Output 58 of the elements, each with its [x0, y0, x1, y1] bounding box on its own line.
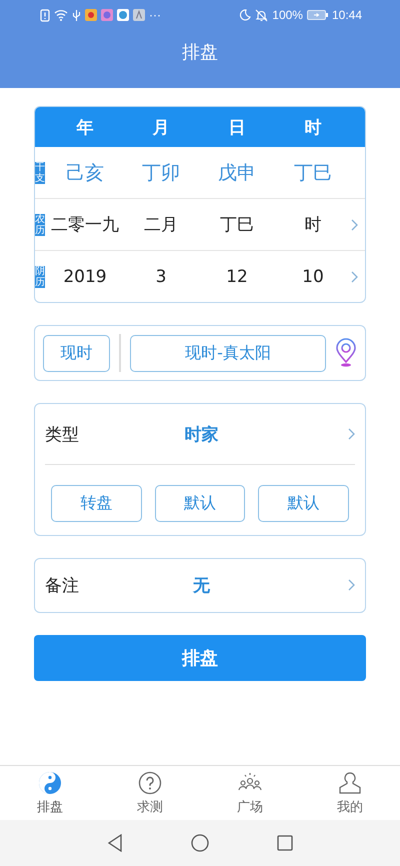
- person-icon: [338, 770, 362, 794]
- note-value[interactable]: 无: [115, 574, 288, 596]
- chevron-right-icon[interactable]: [348, 579, 355, 591]
- home-icon[interactable]: [191, 834, 209, 852]
- yin-yang-icon: [38, 770, 62, 794]
- question-icon: [138, 770, 162, 794]
- app-icon: [133, 9, 145, 21]
- chevron-right-icon[interactable]: [348, 428, 355, 440]
- column-header: 日: [228, 116, 246, 138]
- battery-percent: 100%: [272, 8, 303, 22]
- tab[interactable]: 求测: [100, 766, 200, 820]
- table-cell-text: 戊申: [217, 160, 257, 186]
- true-solar-time-button[interactable]: 现时-真太阳: [130, 334, 326, 372]
- location-pin-icon[interactable]: [335, 338, 357, 368]
- row-label-tag: 阴历: [35, 266, 45, 288]
- tab[interactable]: 排盘: [0, 766, 100, 820]
- column-header: 时: [304, 116, 322, 138]
- table-cell-text: 12: [225, 266, 249, 286]
- type-label: 类型: [45, 424, 80, 446]
- row-label-tag: 农历: [35, 214, 45, 236]
- now-button[interactable]: 现时: [43, 334, 110, 372]
- tab[interactable]: 广场: [200, 766, 300, 820]
- bell-muted-icon: [255, 8, 268, 22]
- table-cell-text: 己亥: [65, 160, 105, 186]
- table-cell-text: 丁卯: [141, 160, 181, 186]
- chevron-right-icon[interactable]: [351, 270, 358, 282]
- more-notifications: ···: [149, 8, 161, 22]
- option-button[interactable]: 默认: [154, 485, 246, 522]
- recents-icon[interactable]: [277, 835, 293, 851]
- table-cell-text: 丁巳: [219, 214, 255, 236]
- clock: 10:44: [332, 8, 362, 22]
- table-cell-text: 丁巳: [293, 160, 333, 186]
- table-cell-text: 10: [301, 266, 325, 286]
- back-icon[interactable]: [107, 834, 123, 852]
- type-value[interactable]: 时家: [115, 422, 288, 446]
- chevron-right-icon[interactable]: [351, 218, 358, 230]
- usb-icon: [72, 8, 81, 22]
- note-label: 备注: [45, 574, 80, 596]
- battery-icon: [306, 10, 328, 20]
- column-header: 年: [75, 116, 94, 138]
- app-icon: [85, 9, 97, 21]
- row-label-tag: 干支: [35, 162, 45, 184]
- option-button[interactable]: 默认: [258, 485, 350, 522]
- app-icon: [101, 9, 113, 21]
- table-cell-text: 二月: [143, 214, 179, 236]
- submit-button[interactable]: 排盘: [34, 635, 366, 681]
- table-cell-text: 3: [154, 266, 168, 286]
- page-title: 排盘: [181, 41, 219, 64]
- option-button[interactable]: 转盘: [51, 485, 142, 522]
- table-cell-text: 时: [304, 214, 322, 236]
- moon-icon: [239, 9, 252, 21]
- table-cell-text: 二零一九: [50, 214, 120, 236]
- tab[interactable]: 我的: [300, 766, 400, 820]
- table-cell-text: 2019: [62, 266, 108, 286]
- app-icon: [117, 9, 129, 21]
- wifi-icon: [54, 9, 68, 21]
- column-header: 月: [152, 116, 170, 138]
- sim-alert-icon: [40, 8, 50, 22]
